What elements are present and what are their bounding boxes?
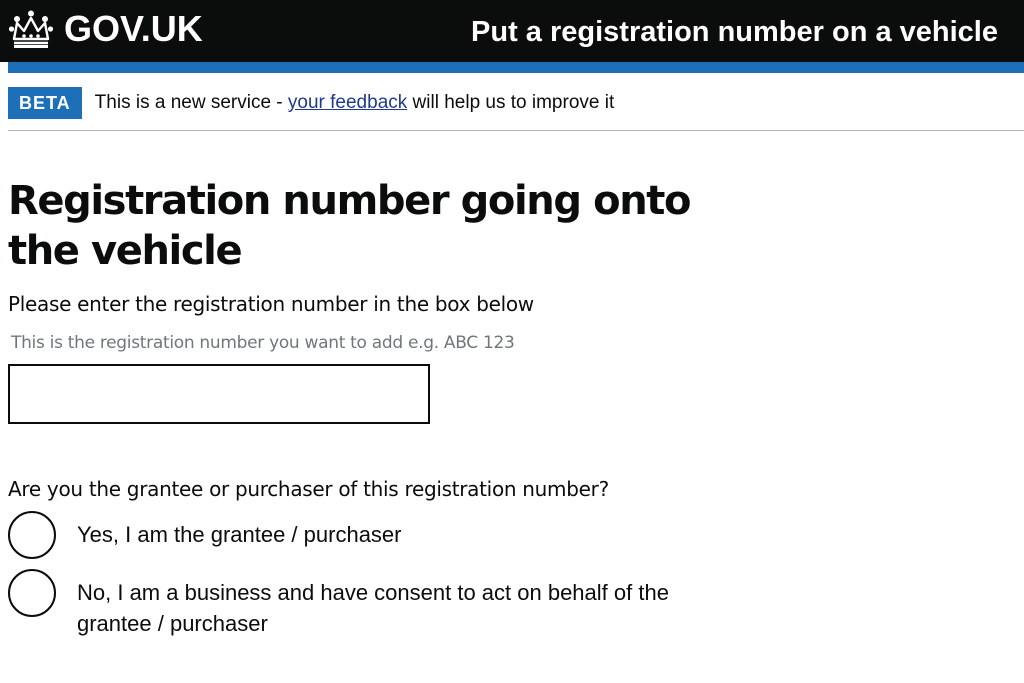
beta-tag: BETA bbox=[8, 87, 82, 119]
header-blue-bar bbox=[8, 62, 1024, 73]
feedback-link[interactable]: your feedback bbox=[288, 92, 407, 113]
registration-hint: This is the registration number you want… bbox=[11, 333, 515, 353]
registration-instruction: Please enter the registration number in … bbox=[8, 292, 534, 316]
radio-option-yes[interactable]: Yes, I am the grantee / purchaser bbox=[8, 511, 768, 559]
logo-text: GOV.UK bbox=[64, 8, 203, 49]
crown-icon bbox=[8, 10, 54, 48]
site-header: GOV.UK Put a registration number on a ve… bbox=[0, 0, 1024, 62]
radio-button-no[interactable] bbox=[8, 569, 56, 617]
phase-text-after: will help us to improve it bbox=[407, 92, 615, 113]
radio-option-no[interactable]: No, I am a business and have consent to … bbox=[8, 569, 768, 639]
radio-label-no[interactable]: No, I am a business and have consent to … bbox=[77, 577, 737, 639]
registration-number-input[interactable] bbox=[8, 364, 430, 424]
phase-banner: BETA This is a new service - your feedba… bbox=[8, 86, 1024, 131]
service-name[interactable]: Put a registration number on a vehicle bbox=[471, 14, 998, 50]
page-title: Registration number going onto the vehic… bbox=[8, 178, 692, 274]
main-content: Registration number going onto the vehic… bbox=[8, 176, 768, 639]
phase-banner-text: This is a new service - your feedback wi… bbox=[95, 86, 615, 120]
govuk-logo[interactable]: GOV.UK bbox=[8, 9, 203, 49]
radio-label-yes[interactable]: Yes, I am the grantee / purchaser bbox=[77, 519, 737, 550]
radio-button-yes[interactable] bbox=[8, 511, 56, 559]
phase-text-before: This is a new service - bbox=[94, 92, 288, 113]
grantee-question: Are you the grantee or purchaser of this… bbox=[8, 477, 609, 501]
